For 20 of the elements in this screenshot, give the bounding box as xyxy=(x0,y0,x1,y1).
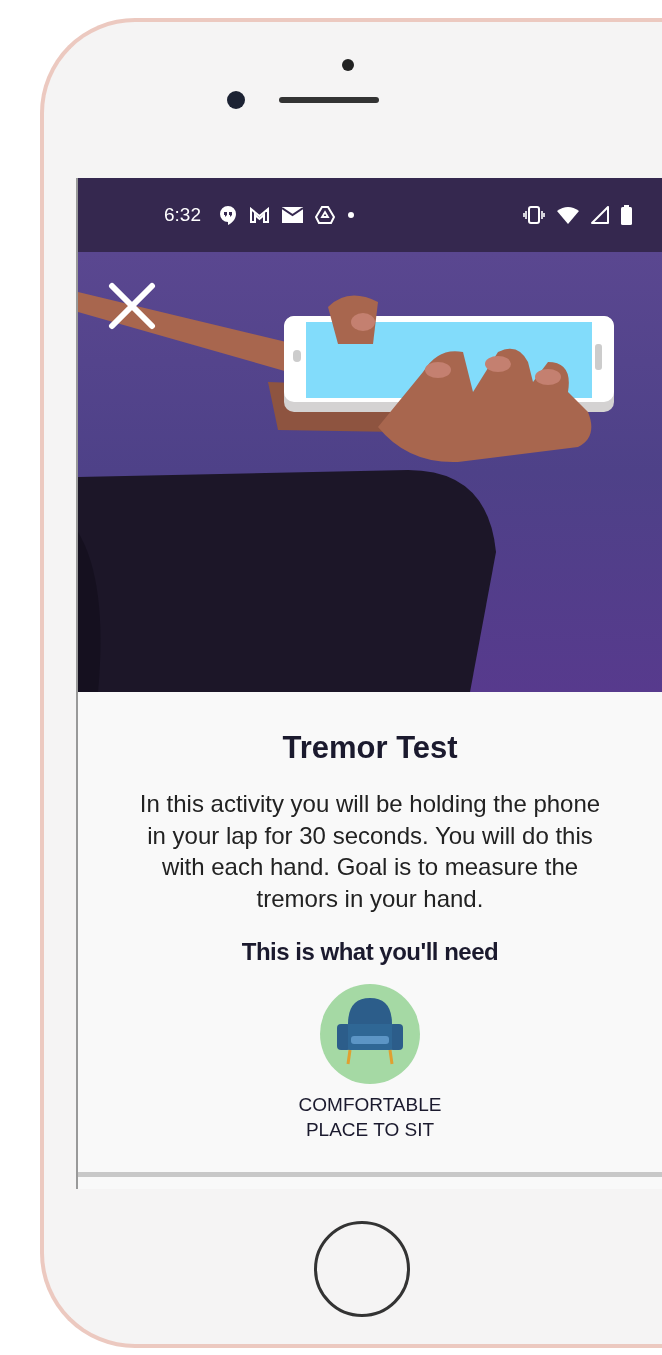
armchair-icon xyxy=(320,984,420,1084)
signal-icon xyxy=(591,206,609,224)
drive-icon xyxy=(315,206,335,224)
home-button[interactable] xyxy=(314,1221,410,1317)
need-label: COMFORTABLE PLACE TO SIT xyxy=(297,1093,443,1142)
battery-icon xyxy=(621,205,632,225)
activity-description: In this activity you will be holding the phone in your lap for 30 seconds. You will do this with each hand. Goal is to measure the tremors in your hand. xyxy=(138,789,602,914)
chat-bubble-icon xyxy=(219,205,237,225)
vibrate-icon xyxy=(523,206,545,224)
close-icon xyxy=(108,282,156,330)
activity-title: Tremor Test xyxy=(282,730,458,766)
gmail-icon xyxy=(249,207,270,223)
envelope-icon xyxy=(282,207,303,223)
front-camera xyxy=(227,91,245,109)
status-time: 6:32 xyxy=(164,204,201,226)
wifi-icon xyxy=(557,206,579,224)
camera-dot xyxy=(342,59,354,71)
dot-icon xyxy=(347,211,355,219)
close-button[interactable] xyxy=(108,282,156,330)
needs-heading: This is what you'll need xyxy=(241,938,499,966)
